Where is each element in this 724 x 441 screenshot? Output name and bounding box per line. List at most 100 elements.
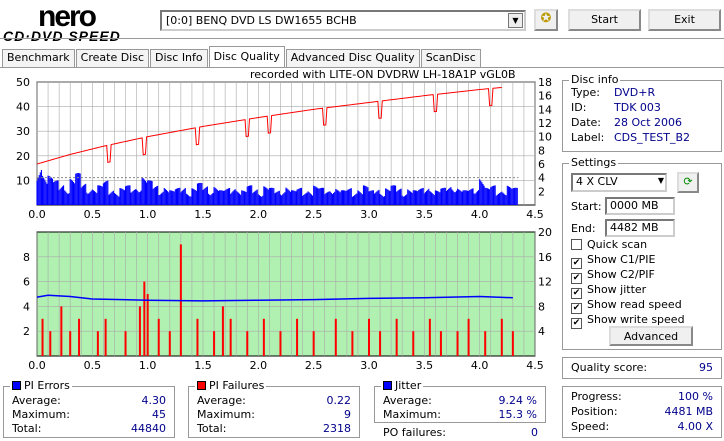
refresh-button[interactable]: ⟳ (677, 172, 699, 193)
plot-area (36, 231, 536, 357)
y-tick-label: 6 (23, 276, 30, 289)
start-button[interactable]: Start (568, 9, 641, 31)
pi-failures-group: PI Failures Average: 0.22 Maximum: 9 Total… (188, 379, 360, 438)
x-tick-label: 0.5 (84, 208, 102, 221)
tab-scandisc[interactable]: ScanDisc (420, 49, 481, 67)
plot-area (36, 81, 536, 206)
tab-disc-info[interactable]: Disc Info (150, 49, 208, 67)
option-show-read-speed[interactable]: ✔ Show read speed (571, 298, 682, 314)
x-tick-label: 1.0 (139, 359, 157, 372)
x-tick-label: 1.5 (194, 208, 212, 221)
option-label: Show write speed (587, 313, 685, 326)
x-tick-label: 4.0 (471, 359, 489, 372)
disc-info-group: Disc info Type: DVD+R ID: TDK 003 Date: 28 … (562, 73, 722, 152)
po-failures-value: 0 (531, 426, 538, 439)
x-tick-label: 3.0 (360, 359, 378, 372)
jitter-avg: 9.24 % (498, 394, 537, 407)
disc-type: DVD+R (614, 86, 656, 99)
settings-title: Settings (569, 156, 619, 169)
y2-tick-label: 16 (538, 90, 552, 103)
jitter-title: Jitter (381, 379, 424, 392)
id-label: ID: (571, 101, 587, 114)
pie-total: 44840 (131, 422, 166, 435)
x-tick-label: 3.5 (416, 359, 434, 372)
y2-tick-label: 4 (538, 325, 545, 338)
quality-score-box: Quality score: 95 (562, 357, 722, 379)
jitter-title-text: Jitter (395, 379, 422, 392)
option-label: Show read speed (587, 298, 682, 311)
drive-select-value: [0:0] BENQ DVD LS DW1655 BCHB (166, 14, 357, 27)
option-quick-scan[interactable]: Quick scan (571, 238, 647, 251)
tab-advanced-disc-quality[interactable]: Advanced Disc Quality (285, 49, 420, 67)
pie-max: 45 (152, 408, 166, 421)
option-show-c2-pif[interactable]: ✔ Show C2/PIF (571, 268, 655, 284)
x-tick-label: 4.5 (526, 359, 544, 372)
pif-total-label: Total: (197, 422, 227, 435)
pi-errors-title-text: PI Errors (24, 379, 70, 392)
tab-bar: Benchmark Create Disc Disc Info Disc Qua… (2, 46, 482, 68)
settings-group: Settings 4 X CLV ▼ ⟳ Start: 0000 MB End: … (562, 156, 722, 350)
y-tick-label: 30 (16, 125, 30, 138)
x-tick-label: 2.0 (250, 359, 268, 372)
progress-label: Progress: (571, 390, 622, 403)
disc-info-title: Disc info (569, 73, 621, 86)
x-tick-label: 2.5 (305, 359, 323, 372)
checkbox[interactable]: ✔ (571, 318, 582, 329)
y2-tick-label: 12 (538, 117, 552, 130)
po-failures-label: PO failures: (383, 426, 446, 439)
option-show-jitter[interactable]: ✔ Show jitter (571, 283, 646, 299)
x-tick-label: 4.5 (526, 208, 544, 221)
y2-tick-label: 18 (538, 76, 552, 89)
end-input[interactable]: 4482 MB (605, 219, 675, 237)
drive-info-button[interactable]: ✪ (534, 9, 558, 31)
speed-select-value: 4 X CLV (576, 175, 618, 188)
y-tick-label: 50 (16, 76, 30, 89)
disc-gear-icon: ✪ (540, 11, 552, 26)
speed-select[interactable]: 4 X CLV ▼ (571, 173, 667, 192)
drive-select[interactable]: [0:0] BENQ DVD LS DW1655 BCHB ▼ (160, 10, 526, 31)
date-label: Date: (571, 116, 601, 129)
tab-benchmark[interactable]: Benchmark (2, 49, 75, 67)
tab-create-disc[interactable]: Create Disc (75, 49, 150, 67)
y2-tick-label: 8 (538, 144, 545, 157)
jitter-avg-label: Average: (383, 394, 432, 407)
tab-disc-quality[interactable]: Disc Quality (208, 46, 285, 67)
y2-tick-label: 10 (538, 131, 552, 144)
pie-avg: 4.30 (141, 394, 167, 407)
option-label: Show jitter (587, 283, 647, 296)
pif-max: 9 (344, 408, 351, 421)
progress-box: Progress: 100 % Position: 4481 MB Speed: 4.… (562, 386, 722, 438)
y2-tick-label: 16 (538, 251, 552, 264)
blue-legend-icon (12, 381, 21, 390)
pie-total-label: Total: (12, 422, 42, 435)
blue-legend-icon (383, 381, 392, 390)
position-value: 4481 MB (664, 405, 713, 418)
jitter-max: 15.3 % (498, 408, 537, 421)
option-label: Quick scan (587, 238, 648, 251)
y2-tick-label: 4 (538, 172, 545, 185)
pi-errors-title: PI Errors (10, 379, 72, 392)
advanced-button[interactable]: Advanced (609, 326, 693, 346)
y-tick-label: 40 (16, 101, 30, 114)
start-input[interactable]: 0000 MB (605, 197, 675, 215)
label-label: Label: (571, 131, 605, 144)
pif-total: 2318 (323, 422, 351, 435)
option-label: Show C2/PIF (587, 268, 655, 281)
pie-avg-label: Average: (12, 394, 61, 407)
disc-label: CDS_TEST_B2 (614, 131, 691, 144)
x-tick-label: 1.0 (139, 208, 157, 221)
y2-tick-label: 2 (538, 185, 545, 198)
pif-avg-label: Average: (197, 394, 246, 407)
exit-button[interactable]: Exit (648, 9, 721, 31)
x-tick-label: 0.0 (28, 208, 46, 221)
chevron-down-icon[interactable]: ▼ (658, 176, 664, 185)
disc-id: TDK 003 (614, 101, 661, 114)
option-show-c1-pie[interactable]: ✔ Show C1/PIE (571, 253, 655, 269)
x-tick-label: 2.0 (250, 208, 268, 221)
x-tick-label: 1.5 (194, 359, 212, 372)
checkbox[interactable] (571, 239, 582, 250)
x-tick-label: 3.0 (360, 208, 378, 221)
x-tick-label: 4.0 (471, 208, 489, 221)
y2-tick-label: 8 (538, 300, 545, 313)
chevron-down-icon[interactable]: ▼ (508, 13, 523, 28)
